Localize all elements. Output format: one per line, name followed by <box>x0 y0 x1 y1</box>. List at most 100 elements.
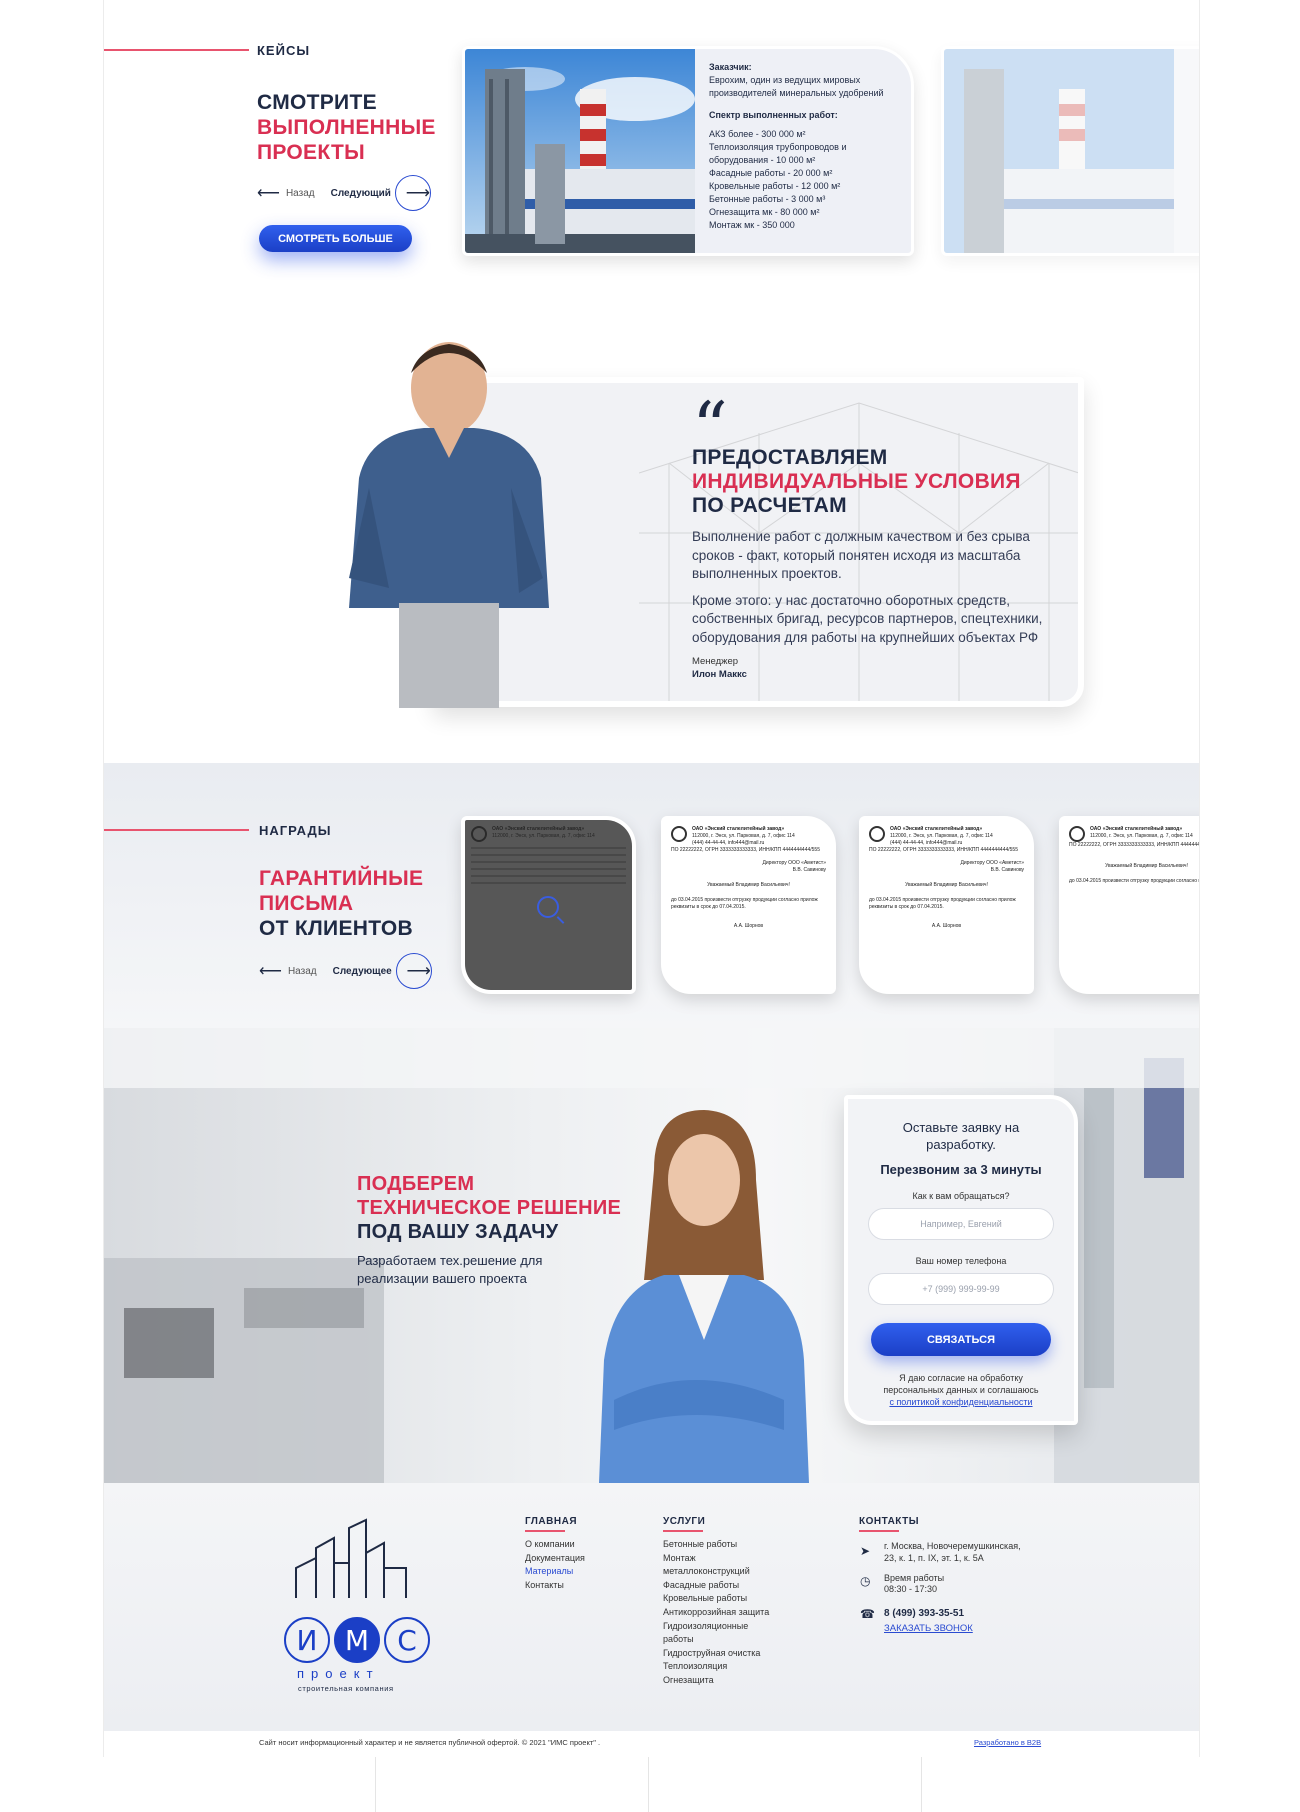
company-logo[interactable]: И М С <box>284 1617 430 1663</box>
awards-label: НАГРАДЫ <box>259 823 332 838</box>
bottom-bar: Сайт носит информационный характер и не … <box>104 1731 1199 1757</box>
letter-salutation: Уважаемый Владимир Васильевич! <box>707 882 790 888</box>
letter-to: Директору ООО «Аметист» <box>960 860 1025 866</box>
logo-subtitle: проект <box>297 1666 380 1681</box>
footer-service-link[interactable]: работы <box>663 1633 769 1647</box>
footer-rule <box>663 1530 703 1532</box>
letter-salutation: Уважаемый Владимир Васильевич! <box>1105 863 1188 869</box>
cases-next-button[interactable]: ⟶ <box>394 175 431 211</box>
case-photo-plant <box>944 49 1174 253</box>
footer-link-contacts[interactable]: Контакты <box>525 1579 585 1593</box>
show-more-button[interactable]: СМОТРЕТЬ БОЛЬШЕ <box>259 225 412 252</box>
developer-link[interactable]: Разработано в B2B <box>974 1738 1041 1747</box>
works-item: Монтаж мк - 350 000 <box>709 220 795 230</box>
footer-service-link[interactable]: Гидроструйная очистка <box>663 1647 769 1661</box>
quote-paragraph: Выполнение работ с должным качеством и б… <box>692 529 1030 581</box>
footer-hours: 08:30 - 17:30 <box>884 1584 938 1594</box>
works-item: Фасадные работы - 20 000 м² <box>709 168 833 178</box>
footer-link-about[interactable]: О компании <box>525 1538 585 1552</box>
letter-card[interactable]: ОАО «Энский сталелитейный завод»112000, … <box>661 816 836 994</box>
phone-icon: ☎ <box>860 1607 875 1621</box>
cases-title: СМОТРИТЕ ВЫПОЛНЕННЫЕ ПРОЕКТЫ <box>257 90 436 165</box>
footer-service-link[interactable]: Фасадные работы <box>663 1579 769 1593</box>
city-skyline-icon <box>295 1518 407 1598</box>
quote-author-name: Илон Маккс <box>692 669 747 680</box>
arrow-right-icon: ⟶ <box>406 961 431 980</box>
submit-button[interactable]: СВЯЗАТЬСЯ <box>871 1323 1051 1356</box>
footer-service-link[interactable]: металлоконструкций <box>663 1565 769 1579</box>
footer-service-link[interactable]: Монтаж <box>663 1552 769 1566</box>
cases-title-line3: ПРОЕКТЫ <box>257 141 365 164</box>
logo-letter: М <box>334 1617 380 1663</box>
awards-next-button[interactable]: ⟶ <box>395 953 432 989</box>
footer-service-link[interactable]: Гидроизоляционные <box>663 1620 769 1634</box>
name-input[interactable]: Например, Евгений <box>868 1208 1054 1240</box>
quote-title-line1: ПРЕДОСТАВЛЯЕМ <box>692 446 888 469</box>
awards-prev-button[interactable]: ⟵ Назад <box>259 961 317 981</box>
cases-prev-button[interactable]: ⟵ Назад <box>257 183 315 203</box>
letter-body: реквизиты в срок до 07.04.2015. <box>671 904 746 910</box>
letter-org: ОАО «Энский сталелитейный завод» <box>1090 826 1183 832</box>
location-arrow-icon: ➤ <box>860 1544 871 1558</box>
letter-preview: ОАО «Энский сталелитейный завод»112000, … <box>1069 826 1200 984</box>
footer-address: г. Москва, Новочеремушкинская, 23, к. 1,… <box>884 1541 1021 1563</box>
logo-letter: И <box>284 1617 330 1663</box>
case-photo-plant <box>465 49 695 253</box>
order-call-link[interactable]: ЗАКАЗАТЬ ЗВОНОК <box>884 1623 973 1635</box>
letter-to: Директору ООО «Аметист» <box>762 860 827 866</box>
section-rule <box>104 829 249 831</box>
phone-input[interactable]: +7 (999) 999-99-99 <box>868 1273 1054 1305</box>
quote-author-role: Менеджер <box>692 656 739 667</box>
letter-card[interactable]: ОАО «Энский сталелитейный завод»112000, … <box>461 816 636 994</box>
form-title-bold: Перезвоним за 3 минуты <box>880 1162 1042 1177</box>
privacy-policy-link[interactable]: с политикой конфиденциальности <box>868 1396 1054 1408</box>
quote-body: Выполнение работ с должным качеством и б… <box>692 528 1062 655</box>
lead-title-line3: ПОД ВАШУ ЗАДАЧУ <box>357 1221 559 1243</box>
cases-title-line1: СМОТРИТЕ <box>257 91 377 114</box>
footer-service-link[interactable]: Огнезащита <box>663 1674 769 1688</box>
footer-service-link[interactable]: Теплоизоляция <box>663 1660 769 1674</box>
consent-label: Я даю согласие на обработку персональных… <box>883 1373 1039 1395</box>
footer-service-link[interactable]: Кровельные работы <box>663 1592 769 1606</box>
manager-photo <box>349 342 549 708</box>
cases-label: КЕЙСЫ <box>257 43 311 58</box>
letter-salutation: Уважаемый Владимир Васильевич! <box>905 882 988 888</box>
seal-icon <box>869 826 885 842</box>
cases-prev-label: Назад <box>285 187 315 199</box>
letter-card[interactable]: ОАО «Энский сталелитейный завод»112000, … <box>1059 816 1200 994</box>
letter-sign: А.А. Шорнов <box>931 923 962 929</box>
footer-service-link[interactable]: Бетонные работы <box>663 1538 769 1552</box>
copyright-text: Сайт носит информационный характер и не … <box>259 1738 601 1747</box>
footer-phone[interactable]: 8 (499) 393-35-51 <box>884 1608 964 1620</box>
case-card-next[interactable] <box>941 46 1199 256</box>
arrow-right-icon: ⟶ <box>405 183 431 202</box>
letter-card[interactable]: ОАО «Энский сталелитейный завод»112000, … <box>859 816 1034 994</box>
letter-phone: (444) 44-44-44, info444@mail.ru <box>890 840 963 846</box>
cases-next-label[interactable]: Следующий <box>331 188 391 199</box>
lead-title-line1: ПОДБЕРЕМ <box>357 1173 475 1195</box>
letter-org: ОАО «Энский сталелитейный завод» <box>692 826 785 832</box>
case-card[interactable]: Заказчик: Еврохим, один из ведущих мировы… <box>462 46 914 256</box>
zoom-icon[interactable] <box>537 896 559 918</box>
phone-field-label: Ваш номер телефона <box>915 1256 1007 1266</box>
footer <box>104 1483 1199 1731</box>
footer-services-menu: Бетонные работы Монтаж металлоконструкци… <box>663 1538 769 1688</box>
footer-link-docs[interactable]: Документация <box>525 1552 585 1566</box>
clock-icon: ◷ <box>860 1574 871 1588</box>
letter-ids: ПО 22222222, ОГРН 3333333333333, ИНН/КПП… <box>869 847 1018 853</box>
footer-rule <box>859 1530 899 1532</box>
form-title: Оставьте заявку на разработку. <box>902 1120 1020 1152</box>
cases-title-line2: ВЫПОЛНЕННЫЕ <box>257 116 436 139</box>
letter-phone: (444) 44-44-44, info444@mail.ru <box>692 840 765 846</box>
awards-title-line2: ПИСЬМА <box>259 892 354 915</box>
footer-link-materials[interactable]: Материалы <box>525 1565 585 1579</box>
customer-text: Еврохим, один из ведущих мировых произво… <box>709 75 884 98</box>
footer-service-link[interactable]: Антикоррозийная защита <box>663 1606 769 1620</box>
footer-rule <box>525 1530 565 1532</box>
works-item: Кровельные работы - 12 000 м² <box>709 181 841 191</box>
letter-address: 112000, г. Энск, ул. Парковая, д. 7, офи… <box>692 833 795 839</box>
awards-next-label[interactable]: Следующее <box>333 966 392 977</box>
letter-sign: А.А. Шорнов <box>733 923 764 929</box>
canvas: КЕЙСЫ СМОТРИТЕ ВЫПОЛНЕННЫЕ ПРОЕКТЫ ⟵ Наза… <box>0 0 1300 1812</box>
letter-ids: ПО 22222222, ОГРН 3333333333333, ИНН/КПП… <box>1069 842 1200 848</box>
